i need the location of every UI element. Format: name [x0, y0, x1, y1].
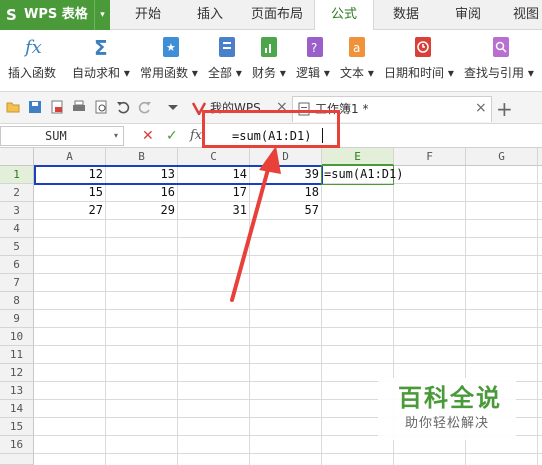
column-header-overflow — [538, 148, 542, 166]
fx-icon[interactable]: fx — [190, 127, 202, 145]
svg-text:★: ★ — [166, 41, 176, 54]
folder-icon[interactable] — [6, 100, 20, 114]
all-functions-button[interactable]: 全部 ▾ — [206, 30, 246, 92]
row-header[interactable]: 10 — [0, 328, 34, 346]
print-icon[interactable] — [72, 100, 86, 114]
row-header[interactable]: 14 — [0, 400, 34, 418]
finance-label: 财务 ▾ — [252, 66, 286, 80]
app-title: WPS 表格 — [24, 7, 88, 22]
row-header[interactable]: 1 — [0, 166, 34, 184]
select-all-corner[interactable] — [0, 148, 34, 166]
row-header[interactable]: 11 — [0, 346, 34, 364]
tab-view[interactable]: 视图 — [506, 0, 542, 30]
row-header[interactable]: 4 — [0, 220, 34, 238]
date-time-button[interactable]: 日期和时间 ▾ — [384, 30, 460, 92]
lookup-reference-button[interactable]: 查找与引用 ▾ — [464, 30, 542, 92]
ribbon: fx 插入函数 Σ 自动求和 ▾ ★ 常用函数 ▾ 全部 ▾ 财务 ▾ ? 逻辑… — [0, 30, 542, 92]
row-header[interactable]: 5 — [0, 238, 34, 256]
row-header[interactable]: 15 — [0, 418, 34, 436]
svg-text:?: ? — [311, 41, 317, 55]
column-header[interactable]: E — [322, 148, 394, 166]
watermark-subtitle: 助你轻松解决 — [405, 416, 490, 431]
tab-review[interactable]: 审阅 — [440, 0, 496, 30]
cell-a3[interactable]: 27 — [34, 202, 106, 220]
book-icon — [216, 35, 238, 59]
insert-function-label: 插入函数 — [8, 66, 57, 80]
pdf-export-icon[interactable] — [50, 100, 64, 114]
column-header[interactable]: G — [466, 148, 538, 166]
row-header[interactable]: 16 — [0, 436, 34, 454]
star-book-icon: ★ — [160, 35, 182, 59]
chevron-down-icon[interactable]: ▾ — [94, 0, 110, 30]
customize-toolbar-icon[interactable] — [166, 100, 180, 114]
text-a-icon: a — [346, 35, 368, 59]
cell-b1[interactable]: 13 — [106, 166, 178, 184]
wps-logo-icon: S — [6, 6, 17, 24]
search-book-icon — [490, 35, 512, 59]
common-functions-label: 常用函数 ▾ — [140, 66, 198, 80]
undo-icon[interactable] — [116, 100, 130, 114]
cell-a1[interactable]: 12 — [34, 166, 106, 184]
logical-button[interactable]: ? 逻辑 ▾ — [294, 30, 334, 92]
svg-text:a: a — [353, 41, 360, 55]
autosum-button[interactable]: Σ 自动求和 ▾ — [72, 30, 136, 92]
row-header[interactable]: 3 — [0, 202, 34, 220]
row-header[interactable]: 12 — [0, 364, 34, 382]
finance-button[interactable]: 财务 ▾ — [250, 30, 290, 92]
clock-icon — [412, 35, 434, 59]
column-header[interactable]: B — [106, 148, 178, 166]
text-functions-button[interactable]: a 文本 ▾ — [338, 30, 378, 92]
tab-page-layout[interactable]: 页面布局 — [244, 0, 310, 30]
save-icon[interactable] — [28, 100, 42, 114]
question-icon: ? — [304, 35, 326, 59]
cell-e1-editing-text[interactable]: =sum(A1:D1) — [324, 166, 464, 184]
new-tab-icon[interactable]: + — [496, 98, 513, 120]
cancel-icon[interactable]: ✕ — [142, 127, 154, 145]
tab-start[interactable]: 开始 — [118, 0, 178, 30]
tab-formulas[interactable]: 公式 — [314, 0, 374, 31]
red-arrow-annotation — [230, 146, 281, 302]
watermark: 百科全说 助你轻松解决 — [378, 378, 516, 440]
name-box-dropdown-icon[interactable]: ▾ — [114, 131, 118, 141]
autosum-label: 自动求和 ▾ — [72, 66, 130, 80]
date-time-label: 日期和时间 ▾ — [384, 66, 454, 80]
lookup-reference-label: 查找与引用 ▾ — [464, 66, 534, 80]
common-functions-button[interactable]: ★ 常用函数 ▾ — [140, 30, 204, 92]
tab-data[interactable]: 数据 — [378, 0, 434, 30]
sigma-icon: Σ — [92, 35, 114, 60]
cell-b2[interactable]: 16 — [106, 184, 178, 202]
name-box[interactable]: SUM — [0, 126, 124, 146]
svg-text:fx: fx — [24, 37, 42, 58]
row-header[interactable]: 2 — [0, 184, 34, 202]
redo-icon[interactable] — [138, 100, 152, 114]
row-header[interactable]: 6 — [0, 256, 34, 274]
insert-function-button[interactable]: fx 插入函数 — [2, 30, 66, 92]
finance-icon — [258, 35, 280, 59]
all-functions-label: 全部 ▾ — [208, 66, 242, 80]
svg-text:Σ: Σ — [94, 36, 108, 59]
cell-a2[interactable]: 15 — [34, 184, 106, 202]
row-header[interactable]: 8 — [0, 292, 34, 310]
text-functions-label: 文本 ▾ — [340, 66, 374, 80]
column-header[interactable]: A — [34, 148, 106, 166]
confirm-icon[interactable]: ✓ — [166, 127, 178, 145]
row-header-overflow — [0, 454, 34, 465]
cell-b3[interactable]: 29 — [106, 202, 178, 220]
print-preview-icon[interactable] — [94, 100, 108, 114]
close-icon[interactable]: × — [475, 100, 487, 116]
row-header[interactable]: 7 — [0, 274, 34, 292]
watermark-title: 百科全说 — [398, 384, 502, 412]
row-header[interactable]: 13 — [0, 382, 34, 400]
column-header[interactable]: F — [394, 148, 466, 166]
logical-label: 逻辑 ▾ — [296, 66, 330, 80]
tab-insert[interactable]: 插入 — [180, 0, 240, 30]
app-menu-button[interactable]: S WPS 表格 ▾ — [0, 0, 110, 30]
fx-icon: fx — [23, 35, 46, 59]
row-header[interactable]: 9 — [0, 310, 34, 328]
